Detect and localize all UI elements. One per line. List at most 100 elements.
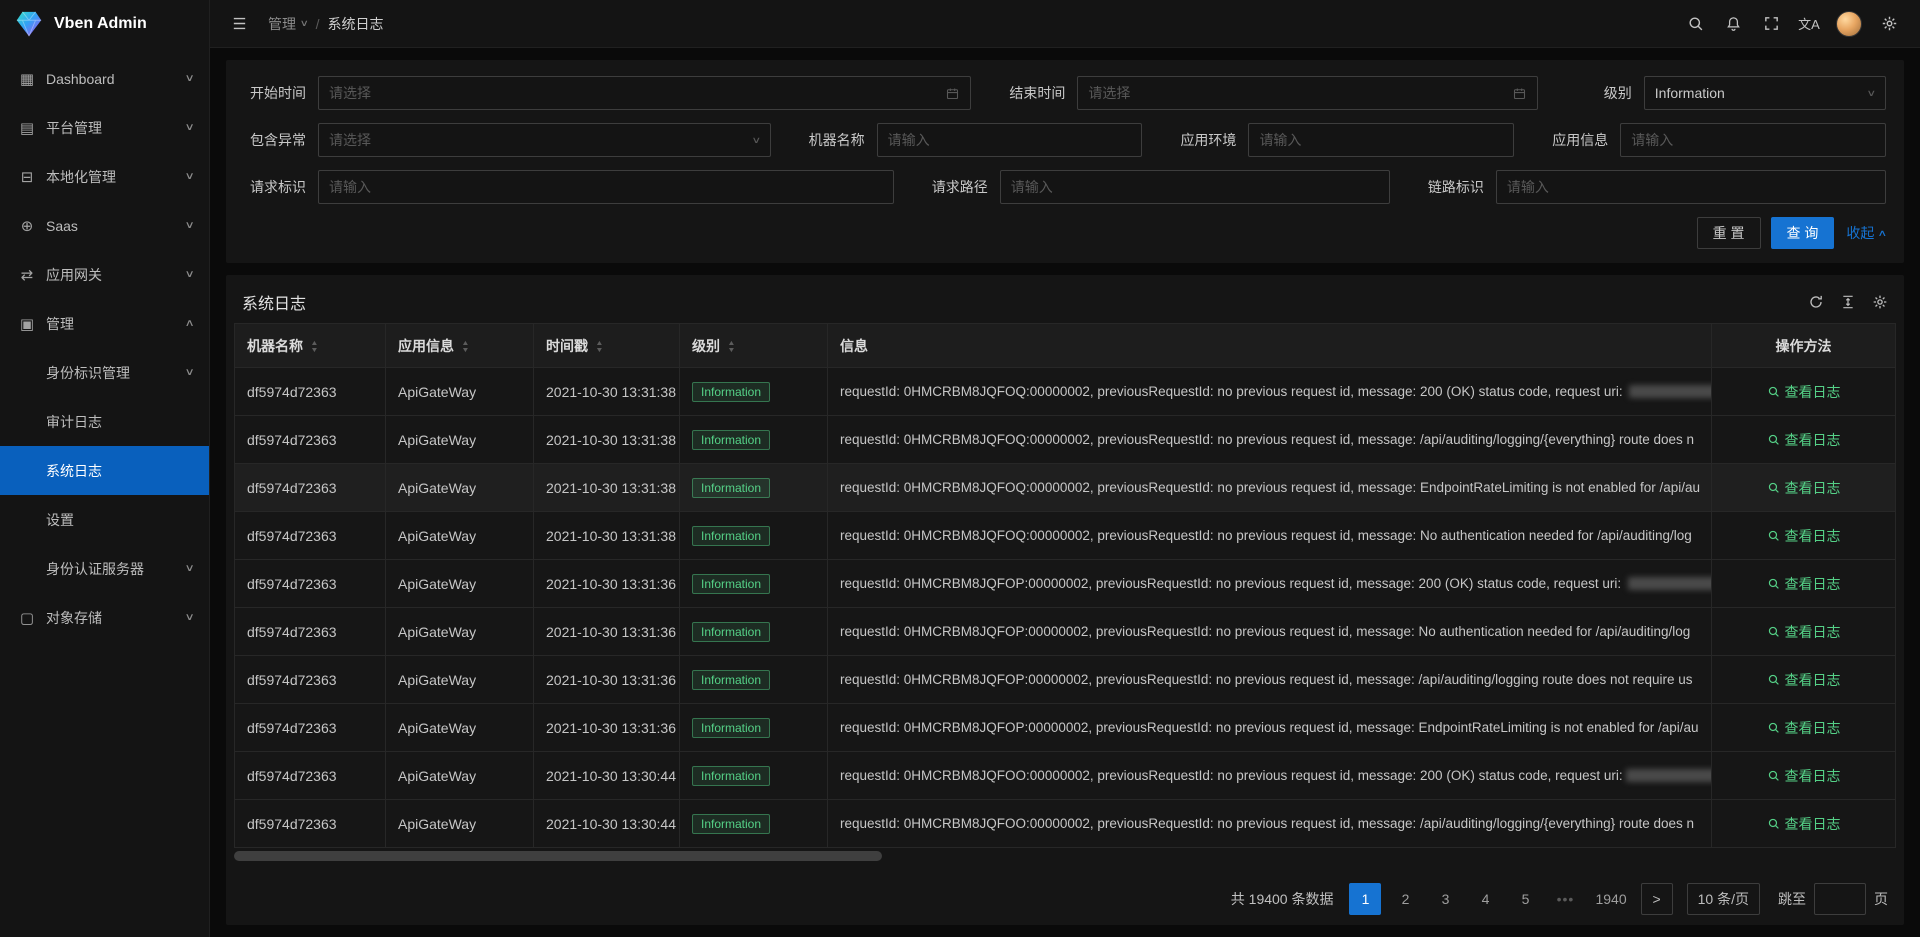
sidebar-item-object-storage[interactable]: ▢对象存储∨	[0, 593, 209, 642]
column-settings-gear-icon[interactable]	[1872, 294, 1888, 310]
notification-bell-icon[interactable]	[1716, 7, 1750, 41]
page-3[interactable]: 3	[1429, 883, 1461, 915]
machine-cell: df5974d72363	[235, 800, 386, 848]
machine-cell: df5974d72363	[235, 752, 386, 800]
column-label: 机器名称	[247, 338, 303, 354]
horizontal-scrollbar[interactable]	[234, 851, 1896, 861]
page-5[interactable]: 5	[1509, 883, 1541, 915]
has-exception-select[interactable]: 请选择∨	[318, 123, 771, 157]
sort-asc-icon: ▲	[310, 340, 318, 347]
refresh-icon[interactable]	[1808, 294, 1824, 310]
view-log-link[interactable]: 查看日志	[1767, 382, 1841, 402]
sidebar-item-gateway[interactable]: ⇄应用网关∨	[0, 250, 209, 299]
sidebar-item-platform[interactable]: ▤平台管理∨	[0, 103, 209, 152]
query-button[interactable]: 查 询	[1771, 217, 1835, 249]
page-size-select[interactable]: 10 条/页	[1687, 883, 1760, 915]
calendar-icon	[945, 86, 960, 101]
column-header-0[interactable]: 机器名称▲▼	[235, 324, 386, 368]
scrollbar-thumb[interactable]	[234, 851, 882, 861]
view-log-link[interactable]: 查看日志	[1767, 718, 1841, 738]
page-ellipsis[interactable]: •••	[1549, 883, 1581, 915]
machine-name-input[interactable]	[877, 123, 1143, 157]
collapse-button[interactable]: 收起 ∧	[1846, 223, 1886, 243]
table-head: 机器名称▲▼应用信息▲▼时间戳▲▼级别▲▼信息操作方法	[235, 324, 1896, 368]
app-cell: ApiGateWay	[386, 800, 534, 848]
page-2[interactable]: 2	[1389, 883, 1421, 915]
start-time-field[interactable]	[329, 85, 937, 101]
filter-field-app-info: 应用信息	[1546, 123, 1886, 157]
language-icon[interactable]: 文A	[1792, 7, 1826, 41]
view-log-link[interactable]: 查看日志	[1767, 622, 1841, 642]
row-height-icon[interactable]	[1840, 294, 1856, 310]
filter-field-trace-id: 链路标识	[1422, 170, 1886, 204]
app-env-field[interactable]	[1259, 132, 1503, 148]
request-id-input[interactable]	[318, 170, 894, 204]
request-path-field[interactable]	[1011, 179, 1379, 195]
sidebar-item-saas[interactable]: ⊕Saas∨	[0, 201, 209, 250]
sidebar-item-dashboard[interactable]: ▦Dashboard∨	[0, 54, 209, 103]
app-env-input[interactable]	[1248, 123, 1514, 157]
breadcrumb-root[interactable]: 管理 ∨	[268, 14, 308, 34]
column-header-3[interactable]: 级别▲▼	[680, 324, 828, 368]
table-toolbar: 系统日志	[234, 281, 1896, 323]
sidebar-item-auth-server[interactable]: 身份认证服务器∨	[0, 544, 209, 593]
end-time-input[interactable]	[1077, 76, 1537, 110]
view-log-link[interactable]: 查看日志	[1767, 574, 1841, 594]
view-log-link[interactable]: 查看日志	[1767, 670, 1841, 690]
app-info-field[interactable]	[1631, 132, 1875, 148]
machine-name-field[interactable]	[888, 132, 1132, 148]
end-time-field[interactable]	[1088, 85, 1503, 101]
sidebar-item-system-log[interactable]: 系统日志	[0, 446, 209, 495]
table-row: df5974d72363ApiGateWay2021-10-30 13:31:3…	[235, 512, 1896, 560]
level-select[interactable]: Information∨	[1644, 76, 1886, 110]
view-log-label: 查看日志	[1785, 622, 1841, 642]
view-log-link[interactable]: 查看日志	[1767, 766, 1841, 786]
reset-button[interactable]: 重 置	[1697, 217, 1761, 249]
chevron-down-icon: ∨	[184, 73, 194, 84]
chevron-down-icon: ∨	[1867, 88, 1877, 99]
breadcrumb-root-label: 管理	[268, 14, 296, 34]
search-icon[interactable]	[1678, 7, 1712, 41]
page-1[interactable]: 1	[1349, 883, 1381, 915]
redacted-block	[1628, 577, 1712, 590]
menu-fold-icon[interactable]	[224, 7, 254, 41]
jump-page-input[interactable]	[1814, 883, 1866, 915]
avatar[interactable]	[1836, 11, 1862, 37]
next-page-button[interactable]: >	[1641, 883, 1673, 915]
view-log-link[interactable]: 查看日志	[1767, 478, 1841, 498]
sidebar-item-label: 身份认证服务器	[46, 559, 180, 579]
trace-id-field[interactable]	[1507, 179, 1875, 195]
page-1940[interactable]: 1940	[1589, 883, 1632, 915]
filter-rows: 开始时间结束时间级别Information∨包含异常请选择∨机器名称应用环境应用…	[244, 76, 1886, 204]
sidebar-item-audit-log[interactable]: 审计日志	[0, 397, 209, 446]
view-log-link[interactable]: 查看日志	[1767, 814, 1841, 834]
page-4[interactable]: 4	[1469, 883, 1501, 915]
sort-asc-icon: ▲	[461, 340, 469, 347]
header: 管理 ∨ / 系统日志 文A	[210, 0, 1920, 48]
message-text: requestId: 0HMCRBM8JQFOQ:00000002, previ…	[840, 480, 1700, 495]
message-cell: requestId: 0HMCRBM8JQFOO:00000002, previ…	[828, 800, 1712, 848]
chevron-down-icon: ∨	[751, 135, 761, 146]
machine-cell: df5974d72363	[235, 704, 386, 752]
start-time-input[interactable]	[318, 76, 971, 110]
column-header-2[interactable]: 时间戳▲▼	[534, 324, 680, 368]
sidebar-item-identity-management[interactable]: 身份标识管理∨	[0, 348, 209, 397]
request-id-field[interactable]	[329, 179, 883, 195]
request-path-input[interactable]	[1000, 170, 1390, 204]
view-log-link[interactable]: 查看日志	[1767, 526, 1841, 546]
fullscreen-icon[interactable]	[1754, 7, 1788, 41]
column-header-1[interactable]: 应用信息▲▼	[386, 324, 534, 368]
sidebar-item-label: 身份标识管理	[46, 363, 180, 383]
machine-cell: df5974d72363	[235, 656, 386, 704]
sidebar-item-settings[interactable]: 设置	[0, 495, 209, 544]
trace-id-input[interactable]	[1496, 170, 1886, 204]
level-cell: Information	[680, 560, 828, 608]
sidebar-item-management[interactable]: ▣管理∧	[0, 299, 209, 348]
logo[interactable]: Vben Admin	[0, 0, 209, 48]
action-cell: 查看日志	[1712, 560, 1896, 608]
search-icon	[1767, 673, 1780, 686]
sidebar-item-localization[interactable]: ⊟本地化管理∨	[0, 152, 209, 201]
settings-gear-icon[interactable]	[1872, 7, 1906, 41]
app-info-input[interactable]	[1620, 123, 1886, 157]
view-log-link[interactable]: 查看日志	[1767, 430, 1841, 450]
